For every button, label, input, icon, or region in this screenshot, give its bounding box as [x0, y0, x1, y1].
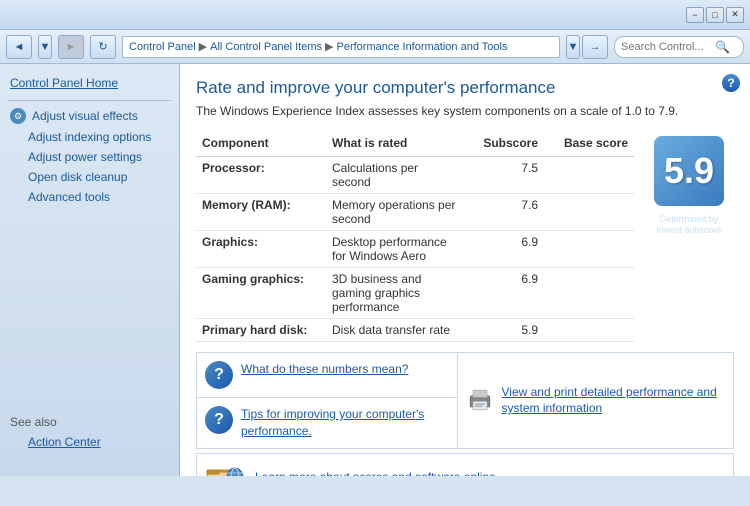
row-1-subscore: 7.6: [464, 194, 544, 231]
sidebar-item-advanced-tools[interactable]: Advanced tools: [0, 187, 179, 207]
sidebar-control-panel-home[interactable]: Control Panel Home: [0, 72, 179, 96]
row-3-component: Gaming graphics:: [196, 268, 326, 319]
breadcrumb: Control Panel ▶ All Control Panel Items …: [122, 36, 560, 58]
table-row: Memory (RAM): Memory operations per seco…: [196, 194, 634, 231]
row-3-what-rated: 3D business and gaming graphics performa…: [326, 268, 464, 319]
page-subtitle: The Windows Experience Index assesses ke…: [196, 104, 734, 118]
tips-link[interactable]: Tips for improving your computer's perfo…: [241, 406, 449, 440]
row-1-what-rated: Memory operations per second: [326, 194, 464, 231]
row-1-basescore: [544, 194, 634, 231]
address-bar: ◄ ▼ ► ↻ Control Panel ▶ All Control Pane…: [0, 30, 750, 64]
window-controls: − □ ✕: [686, 7, 744, 23]
col-subscore: Subscore: [464, 132, 544, 157]
minimize-button[interactable]: −: [686, 7, 704, 23]
sidebar: Control Panel Home ⚙ Adjust visual effec…: [0, 64, 180, 476]
numbers-meaning-link[interactable]: What do these numbers mean?: [241, 361, 408, 378]
sidebar-item-visual-effects[interactable]: ⚙ Adjust visual effects: [0, 105, 179, 127]
col-component: Component: [196, 132, 326, 157]
see-also-label: See also: [0, 407, 179, 433]
row-2-subscore: 6.9: [464, 231, 544, 268]
breadcrumb-sep1: ▶: [199, 40, 207, 53]
row-4-subscore: 5.9: [464, 319, 544, 342]
sidebar-item-power-settings[interactable]: Adjust power settings: [0, 147, 179, 167]
row-0-what-rated: Calculations per second: [326, 157, 464, 194]
breadcrumb-part1[interactable]: Control Panel: [129, 41, 196, 53]
refresh-button[interactable]: ↻: [90, 35, 116, 59]
score-label: Determined by lowest subscore: [649, 214, 729, 236]
learn-more-section: Learn more about scores and software onl…: [196, 453, 734, 476]
sidebar-item-label: Adjust visual effects: [32, 109, 138, 123]
back-dropdown-button[interactable]: ▼: [38, 35, 52, 59]
row-3-subscore: 6.9: [464, 268, 544, 319]
row-2-what-rated: Desktop performance for Windows Aero: [326, 231, 464, 268]
table-row: Primary hard disk: Disk data transfer ra…: [196, 319, 634, 342]
search-input[interactable]: [621, 41, 711, 53]
close-button[interactable]: ✕: [726, 7, 744, 23]
page-title: Rate and improve your computer's perform…: [196, 78, 734, 98]
row-3-basescore: [544, 268, 634, 319]
performance-table: Component What is rated Subscore Base sc…: [196, 132, 634, 342]
row-0-subscore: 7.5: [464, 157, 544, 194]
breadcrumb-sep2: ▶: [325, 40, 333, 53]
search-icon[interactable]: 🔍: [715, 40, 730, 54]
col-base-score: Base score: [544, 132, 634, 157]
table-row: Gaming graphics: 3D business and gaming …: [196, 268, 634, 319]
row-2-basescore: [544, 231, 634, 268]
score-value: 5.9: [664, 153, 714, 189]
col-what-rated: What is rated: [326, 132, 464, 157]
view-print-link[interactable]: View and print detailed performance and …: [502, 384, 726, 418]
printer-icon: [466, 384, 494, 416]
sidebar-item-indexing-options[interactable]: Adjust indexing options: [0, 127, 179, 147]
gear-icon: ⚙: [10, 108, 26, 124]
sidebar-divider: [8, 100, 171, 101]
content-area: ? Rate and improve your computer's perfo…: [180, 64, 750, 476]
maximize-button[interactable]: □: [706, 7, 724, 23]
breadcrumb-part3: Performance Information and Tools: [336, 41, 507, 53]
row-2-component: Graphics:: [196, 231, 326, 268]
go-button[interactable]: →: [582, 35, 608, 59]
row-4-basescore: [544, 319, 634, 342]
table-row: Graphics: Desktop performance for Window…: [196, 231, 634, 268]
back-button[interactable]: ◄: [6, 35, 32, 59]
row-0-component: Processor:: [196, 157, 326, 194]
learn-more-link[interactable]: Learn more about scores and software onl…: [255, 469, 496, 476]
row-4-what-rated: Disk data transfer rate: [326, 319, 464, 342]
row-1-component: Memory (RAM):: [196, 194, 326, 231]
title-bar: − □ ✕: [0, 0, 750, 30]
sidebar-item-disk-cleanup[interactable]: Open disk cleanup: [0, 167, 179, 187]
main-layout: Control Panel Home ⚙ Adjust visual effec…: [0, 64, 750, 476]
sidebar-item-action-center[interactable]: Action Center: [0, 433, 179, 451]
help-button[interactable]: ?: [722, 74, 740, 92]
address-dropdown-button[interactable]: ▼: [566, 35, 580, 59]
search-box[interactable]: 🔍: [614, 36, 744, 58]
question-icon-2: ?: [205, 406, 233, 434]
table-row: Processor: Calculations per second 7.5: [196, 157, 634, 194]
learn-more-icon: [205, 462, 245, 476]
forward-button[interactable]: ►: [58, 35, 84, 59]
score-badge: 5.9: [654, 136, 724, 206]
row-0-basescore: [544, 157, 634, 194]
row-4-component: Primary hard disk:: [196, 319, 326, 342]
question-icon-1: ?: [205, 361, 233, 389]
breadcrumb-part2[interactable]: All Control Panel Items: [210, 41, 322, 53]
